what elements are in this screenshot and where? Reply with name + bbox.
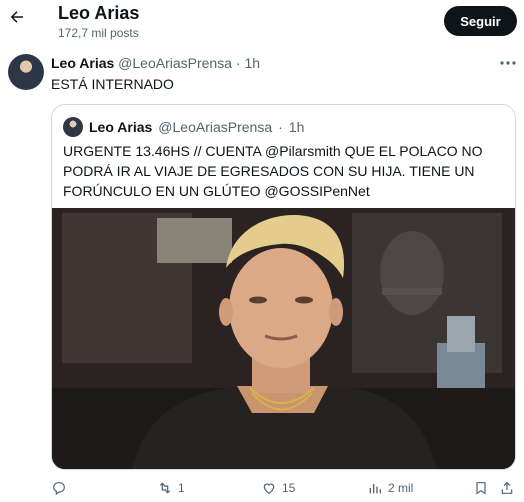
posts-count: 172,7 mil posts — [58, 26, 139, 40]
more-button[interactable] — [498, 56, 518, 70]
views-button[interactable]: 2 mil — [367, 480, 413, 496]
views-count: 2 mil — [388, 481, 414, 495]
bookmark-button[interactable] — [473, 480, 489, 496]
quoted-author-handle: @LeoAriasPrensa — [158, 119, 273, 135]
repost-button[interactable]: 1 — [157, 480, 185, 496]
like-button[interactable]: 15 — [261, 480, 295, 496]
repost-count: 1 — [178, 481, 185, 495]
tweet-text: ESTÁ INTERNADO — [51, 76, 174, 92]
separator: · — [235, 55, 241, 71]
reply-icon — [53, 482, 65, 496]
quoted-tweet[interactable]: Leo Arias @LeoAriasPrensa · 1h URGENTE 1… — [51, 104, 516, 470]
profile-title: Leo Arias — [58, 3, 140, 23]
author-name[interactable]: Leo Arias — [51, 55, 114, 71]
back-arrow-icon — [10, 11, 23, 23]
like-count: 15 — [282, 481, 296, 495]
reply-button[interactable] — [51, 480, 72, 496]
author-handle[interactable]: @LeoAriasPrensa — [118, 55, 232, 71]
more-icon — [500, 61, 516, 65]
tweet-time[interactable]: 1h — [244, 55, 260, 71]
quoted-author-name: Leo Arias — [89, 119, 153, 135]
follow-button[interactable]: Seguir — [444, 6, 517, 36]
tweet-actions: 1 15 2 mil — [51, 480, 517, 502]
avatar[interactable] — [8, 54, 44, 90]
profile-header: Leo Arias 172,7 mil posts Seguir — [0, 0, 524, 44]
repost-icon — [159, 482, 171, 494]
quoted-tweet-time: 1h — [288, 119, 305, 135]
quoted-tweet-text: URGENTE 13.46HS // CUENTA @Pilarsmith QU… — [63, 143, 483, 199]
like-icon — [263, 483, 275, 495]
separator: · — [278, 119, 283, 135]
avatar — [63, 117, 83, 137]
tweet-media-image[interactable] — [52, 208, 515, 469]
photo-illustration — [52, 208, 515, 469]
views-icon — [369, 484, 381, 494]
quoted-tweet-header: Leo Arias @LeoAriasPrensa · 1h — [63, 117, 304, 137]
share-icon — [501, 481, 513, 494]
back-button[interactable] — [6, 6, 28, 28]
share-button[interactable] — [499, 480, 515, 496]
tweet-header: Leo Arias @LeoAriasPrensa · 1h — [51, 55, 260, 71]
bookmark-icon — [476, 482, 486, 495]
